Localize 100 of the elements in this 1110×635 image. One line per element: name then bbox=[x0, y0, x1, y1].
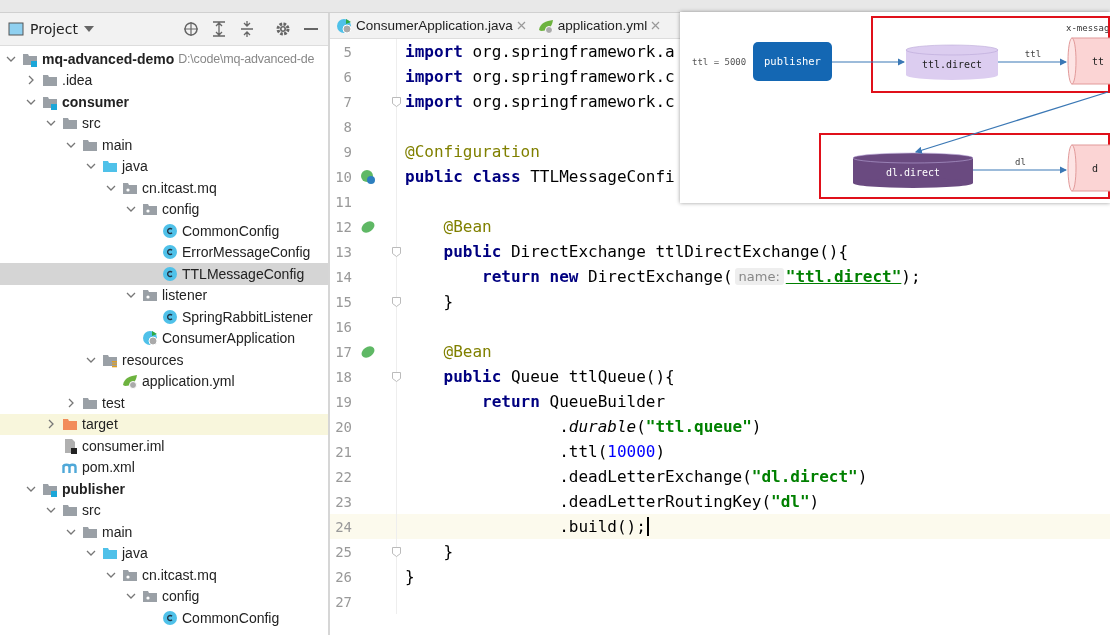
tree-item-label: cn.itcast.mq bbox=[142, 179, 217, 196]
line-number: 18 bbox=[334, 368, 352, 385]
tree-item-label: consumer.iml bbox=[82, 437, 165, 454]
code-line: @Bean bbox=[442, 217, 492, 236]
class-icon bbox=[162, 222, 178, 239]
package-folder-icon bbox=[142, 287, 158, 304]
tree-item-label: src bbox=[82, 502, 101, 519]
code-line: public DirectExchange ttlDirectExchange(){ bbox=[442, 242, 849, 261]
line-number: 20 bbox=[334, 418, 352, 435]
code-line: @Configuration bbox=[404, 142, 540, 161]
tree-item[interactable]: target bbox=[0, 413, 328, 435]
close-icon[interactable] bbox=[516, 21, 526, 30]
project-view-selector[interactable]: Project bbox=[8, 21, 94, 37]
tree-item[interactable]: src bbox=[0, 112, 328, 134]
code-line: .deadLetterRoutingKey("dl") bbox=[558, 492, 820, 511]
tree-item-label: main bbox=[102, 523, 133, 540]
expand-all-icon[interactable] bbox=[210, 20, 228, 38]
line-number: 27 bbox=[334, 593, 352, 610]
tree-item[interactable]: java bbox=[0, 542, 328, 564]
routing-key-label: ttl bbox=[1024, 49, 1042, 59]
chevron-right-icon[interactable] bbox=[46, 419, 56, 430]
tab-label: ConsumerApplication.java bbox=[356, 18, 513, 33]
tree-item-label: SpringRabbitListener bbox=[182, 308, 313, 325]
tree-item[interactable]: consumer.iml bbox=[0, 435, 328, 457]
line-number: 21 bbox=[334, 443, 352, 460]
line-number: 12 bbox=[334, 218, 352, 235]
code-line: import org.springframework.c bbox=[404, 92, 675, 111]
leaf-icon bbox=[122, 373, 138, 390]
queue-label: tt bbox=[1092, 56, 1105, 67]
arrow bbox=[997, 58, 1068, 66]
tree-item-label: resources bbox=[122, 351, 184, 368]
locate-icon[interactable] bbox=[182, 20, 200, 38]
code-line: } bbox=[404, 567, 415, 586]
tree-item[interactable]: config bbox=[0, 585, 328, 607]
folder-icon bbox=[62, 115, 78, 132]
routing-key-label: dl bbox=[1015, 157, 1026, 167]
text-cursor bbox=[646, 517, 649, 536]
code-line: public class TTLMessageConfi bbox=[404, 167, 675, 186]
tree-item[interactable]: listener bbox=[0, 284, 328, 306]
tree-item[interactable]: .idea bbox=[0, 69, 328, 91]
tree-item[interactable]: ConsumerApplication bbox=[0, 327, 328, 349]
line-number: 5 bbox=[342, 43, 352, 60]
tree-item[interactable]: config bbox=[0, 198, 328, 220]
collapse-all-icon[interactable] bbox=[238, 20, 256, 38]
file-icon bbox=[62, 437, 78, 454]
chevron-right-icon[interactable] bbox=[66, 397, 76, 408]
tree-item-label: test bbox=[102, 394, 125, 411]
settings-icon[interactable] bbox=[274, 20, 292, 38]
tree-item[interactable]: mq-advanced-demo D:\code\mq-advanced-de bbox=[0, 48, 328, 70]
class-icon[interactable] bbox=[360, 168, 376, 185]
tree-item[interactable]: publisher bbox=[0, 478, 328, 500]
tree-item[interactable]: CommonConfig bbox=[0, 607, 328, 629]
editor-tab[interactable]: ConsumerApplication.java bbox=[330, 13, 532, 38]
tree-item-label: target bbox=[82, 416, 118, 433]
tree-item[interactable]: test bbox=[0, 392, 328, 414]
bean-icon[interactable] bbox=[360, 218, 376, 235]
tree-item-label: config bbox=[162, 201, 200, 218]
fold-marker-icon[interactable] bbox=[392, 296, 401, 307]
tree-item[interactable]: CommonConfig bbox=[0, 220, 328, 242]
tree-item[interactable]: consumer bbox=[0, 91, 328, 113]
fold-marker-icon[interactable] bbox=[392, 371, 401, 382]
fold-marker-icon[interactable] bbox=[392, 96, 401, 107]
tree-item[interactable]: application.yml bbox=[0, 370, 328, 392]
line-number: 10 bbox=[334, 168, 352, 185]
bean-icon[interactable] bbox=[360, 343, 376, 360]
class-icon bbox=[162, 244, 178, 261]
tree-item[interactable]: src bbox=[0, 499, 328, 521]
line-number: 24 bbox=[334, 518, 352, 535]
folder-icon bbox=[62, 416, 78, 433]
fold-marker-icon[interactable] bbox=[392, 246, 401, 257]
editor-tab[interactable]: application.yml bbox=[531, 13, 667, 38]
tree-item[interactable]: TTLMessageConfig bbox=[0, 263, 328, 285]
folder-icon bbox=[102, 545, 118, 562]
tree-item[interactable]: main bbox=[0, 134, 328, 156]
class-icon bbox=[162, 609, 178, 626]
tree-item[interactable]: cn.itcast.mq bbox=[0, 564, 328, 586]
tree-item[interactable]: pom.xml bbox=[0, 456, 328, 478]
queue-label: d bbox=[1092, 163, 1099, 174]
close-icon[interactable] bbox=[651, 21, 661, 30]
class-icon bbox=[336, 17, 352, 34]
line-number: 9 bbox=[342, 143, 352, 160]
tree-item-label: application.yml bbox=[142, 373, 235, 390]
code-line: return QueueBuilder bbox=[481, 392, 666, 411]
chevron-right-icon[interactable] bbox=[26, 75, 36, 86]
tree-item[interactable]: main bbox=[0, 521, 328, 543]
class-icon bbox=[162, 265, 178, 282]
tree-item[interactable]: SpringRabbitListener bbox=[0, 306, 328, 328]
line-number: 13 bbox=[334, 243, 352, 260]
line-number: 17 bbox=[334, 343, 352, 360]
queue-node bbox=[1067, 144, 1110, 192]
tree-item[interactable]: ErrorMessageConfig bbox=[0, 241, 328, 263]
tree-item-label: cn.itcast.mq bbox=[142, 566, 217, 583]
ttl-note: ttl = 5000 bbox=[692, 57, 747, 67]
tree-item[interactable]: cn.itcast.mq bbox=[0, 177, 328, 199]
fold-marker-icon[interactable] bbox=[392, 546, 401, 557]
package-folder-icon bbox=[142, 588, 158, 605]
tree-item[interactable]: resources bbox=[0, 349, 328, 371]
tree-item-label: CommonConfig bbox=[182, 222, 280, 239]
tree-item[interactable]: java bbox=[0, 155, 328, 177]
line-number: 15 bbox=[334, 293, 352, 310]
